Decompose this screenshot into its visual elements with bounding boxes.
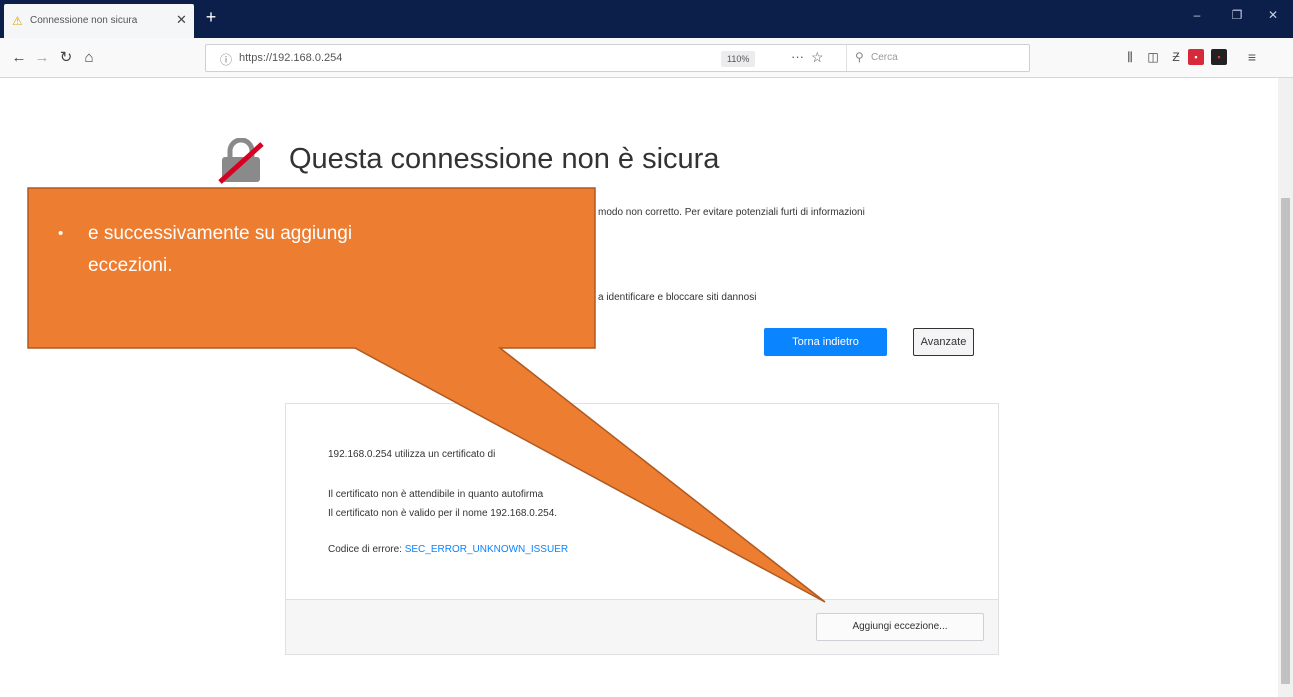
screenshot-root: ⚠ Connessione non sicura ✕ + – ❐ ✕ ← → ↻…: [0, 0, 1293, 697]
navigation-bar: ← → ↻ ⌂ ⓘ https://192.168.0.254 110% ···…: [0, 38, 1293, 78]
library-icon[interactable]: ⫼: [1122, 49, 1138, 65]
forward-arrow-icon[interactable]: →: [31, 47, 53, 69]
tab-connessione-non-sicura[interactable]: ⚠ Connessione non sicura ✕: [4, 4, 194, 38]
extension-icon[interactable]: ▪: [1211, 49, 1227, 65]
sidebar-icon[interactable]: ◫: [1145, 49, 1161, 65]
certificate-info-end: valido.: [553, 449, 583, 460]
warning-icon: ⚠: [12, 14, 23, 28]
search-icon: ⚲: [855, 50, 864, 64]
callout-line: e successivamente su aggiungi: [88, 223, 353, 244]
callout-line: eccezioni.: [88, 255, 173, 276]
restore-icon[interactable]: ❐: [1222, 8, 1252, 22]
pocket-icon[interactable]: ▪: [1188, 49, 1204, 65]
minimize-icon[interactable]: –: [1182, 8, 1212, 22]
home-icon[interactable]: ⌂: [78, 47, 100, 69]
error-code-line: Codice di errore: SEC_ERROR_UNKNOWN_ISSU…: [328, 543, 568, 557]
new-tab-button[interactable]: +: [200, 6, 222, 28]
error-code-label: Codice di errore:: [328, 544, 402, 555]
page-description-line: modo non corretto. Per evitare potenzial…: [598, 207, 865, 218]
bookmark-star-icon[interactable]: ☆: [811, 49, 824, 66]
zoom-indicator[interactable]: 110%: [721, 51, 756, 67]
tab-close-icon[interactable]: ✕: [176, 13, 187, 27]
title-bar: ⚠ Connessione non sicura ✕ + – ❐ ✕: [0, 0, 1293, 38]
back-arrow-icon[interactable]: ←: [8, 47, 30, 69]
callout-bullet: •: [58, 225, 64, 242]
go-back-button[interactable]: Torna indietro: [764, 328, 887, 356]
scrollbar-thumb[interactable]: [1281, 198, 1290, 684]
url-text[interactable]: https://192.168.0.254: [239, 52, 342, 64]
search-placeholder: Cerca: [871, 52, 898, 63]
advanced-details-panel: 192.168.0.254 utilizza un certificato di…: [285, 403, 999, 655]
untrusted-certificate-text: Il certificato non è attendibile in quan…: [328, 489, 544, 500]
page-title: Questa connessione non è sicura: [289, 143, 720, 175]
page-actions-icon[interactable]: ···: [791, 49, 804, 64]
search-input[interactable]: ⚲ Cerca: [846, 45, 1030, 71]
invalid-name-text: Il certificato non è valido per il nome …: [328, 508, 558, 519]
error-code-link[interactable]: SEC_ERROR_UNKNOWN_ISSUER: [405, 544, 568, 555]
tab-title: Connessione non sicura: [30, 15, 138, 26]
reload-icon[interactable]: ↻: [55, 47, 77, 69]
extension-z-icon[interactable]: Ƶ: [1168, 49, 1184, 65]
url-bar[interactable]: ⓘ https://192.168.0.254 110% ··· ☆ ⚲ Cer…: [205, 44, 1030, 72]
panel-footer: Aggiungi eccezione...: [286, 599, 998, 654]
advanced-button[interactable]: Avanzate: [913, 328, 974, 356]
close-window-icon[interactable]: ✕: [1258, 8, 1288, 22]
add-exception-button[interactable]: Aggiungi eccezione...: [816, 613, 984, 641]
certificate-info-start: 192.168.0.254 utilizza un certificato di: [328, 449, 496, 460]
menu-icon[interactable]: ≡: [1244, 49, 1260, 65]
insecure-lock-icon: [218, 138, 264, 184]
site-info-icon[interactable]: ⓘ: [220, 51, 232, 68]
page-description-line: a identificare e bloccare siti dannosi: [598, 292, 757, 303]
certificate-info: 192.168.0.254 utilizza un certificato di…: [328, 448, 582, 462]
